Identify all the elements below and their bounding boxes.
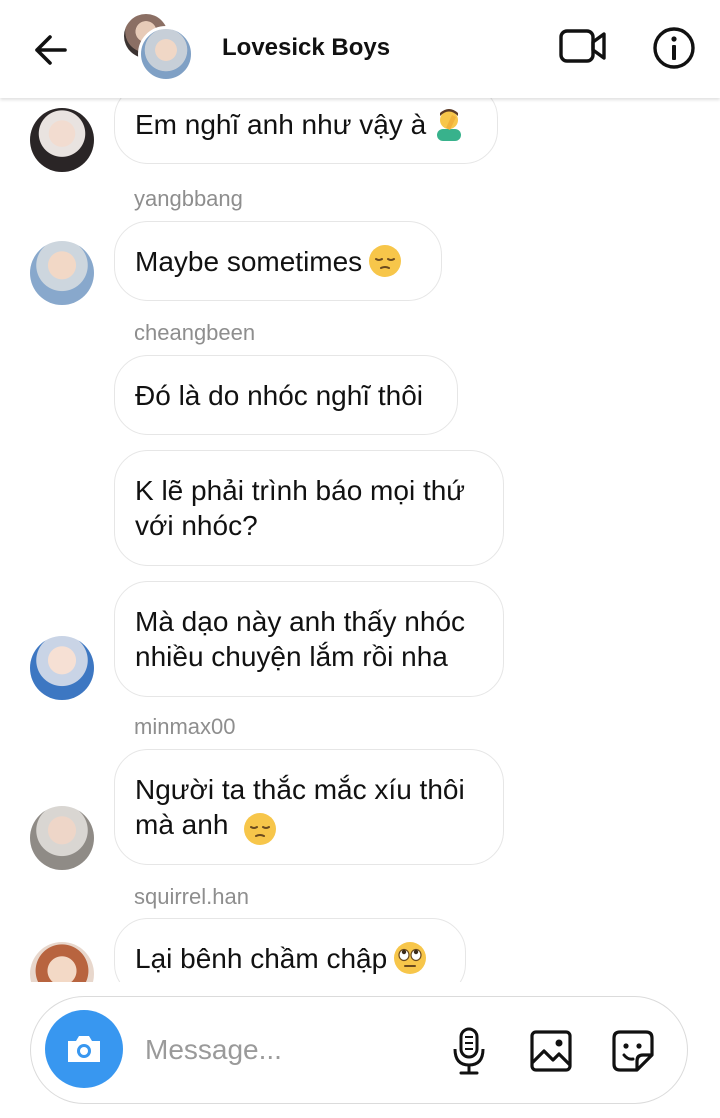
image-icon bbox=[530, 1030, 572, 1072]
message-text: Đó là do nhóc nghĩ thôi bbox=[135, 379, 423, 411]
info-icon bbox=[653, 27, 695, 69]
message-text: Em nghĩ anh như vậy à bbox=[135, 108, 427, 140]
microphone-button[interactable] bbox=[445, 1025, 493, 1077]
message-text: Maybe sometimes bbox=[135, 245, 363, 277]
message-bubble[interactable]: Maybe sometimes bbox=[114, 221, 442, 301]
sender-name: yangbbang bbox=[134, 186, 243, 211]
message-thread[interactable]: Em nghĩ anh như vậy à yangbbang Maybe so… bbox=[0, 98, 720, 982]
avatar[interactable] bbox=[30, 636, 94, 700]
message-composer bbox=[30, 996, 688, 1104]
chat-title[interactable]: Lovesick Boys bbox=[222, 34, 390, 62]
sticker-button[interactable] bbox=[609, 1027, 657, 1075]
sender-name: squirrel.han bbox=[134, 884, 249, 909]
sender-name: cheangbeen bbox=[134, 320, 256, 345]
arrow-left-icon bbox=[35, 35, 67, 65]
avatar[interactable] bbox=[30, 241, 94, 305]
message-bubble[interactable]: Người ta thắc mắc xíu thôi mà anh bbox=[114, 749, 504, 865]
message-bubble[interactable]: Lại bênh chầm chập bbox=[114, 918, 466, 982]
member-avatar bbox=[138, 26, 194, 82]
message-text: Lại bênh chầm chập bbox=[135, 942, 388, 974]
video-call-button[interactable] bbox=[556, 24, 610, 68]
message-bubble[interactable]: Mà dạo này anh thấy nhóc nhiều chuyện lắ… bbox=[114, 581, 504, 697]
microphone-icon bbox=[453, 1027, 485, 1075]
pensive-face-icon bbox=[369, 245, 402, 277]
camera-icon bbox=[68, 1036, 100, 1062]
message-input[interactable] bbox=[143, 1027, 437, 1073]
message-text: Người ta thắc mắc xíu thôi mà anh bbox=[135, 774, 465, 840]
face-with-rolling-eyes-icon bbox=[394, 942, 427, 974]
person-facepalming-icon bbox=[437, 109, 462, 141]
back-button[interactable] bbox=[28, 28, 72, 72]
avatar[interactable] bbox=[30, 806, 94, 870]
message-bubble[interactable]: Em nghĩ anh như vậy à bbox=[114, 98, 498, 164]
avatar[interactable] bbox=[30, 942, 94, 982]
gallery-button[interactable] bbox=[527, 1027, 575, 1075]
avatar[interactable] bbox=[30, 108, 94, 172]
message-bubble[interactable]: K lẽ phải trình báo mọi thứ với nhóc? bbox=[114, 450, 504, 566]
video-camera-icon bbox=[559, 29, 606, 63]
group-avatar[interactable] bbox=[124, 14, 194, 82]
message-text: Mà dạo này anh thấy nhóc nhiều chuyện lắ… bbox=[135, 606, 466, 672]
pensive-face-icon bbox=[244, 813, 276, 845]
camera-button[interactable] bbox=[45, 1010, 123, 1088]
sticker-icon bbox=[612, 1030, 654, 1072]
info-button[interactable] bbox=[650, 24, 698, 72]
chat-header: Lovesick Boys bbox=[0, 0, 720, 98]
sender-name: minmax00 bbox=[134, 714, 236, 739]
message-bubble[interactable]: Đó là do nhóc nghĩ thôi bbox=[114, 355, 458, 435]
message-text: K lẽ phải trình báo mọi thứ với nhóc? bbox=[135, 475, 466, 541]
